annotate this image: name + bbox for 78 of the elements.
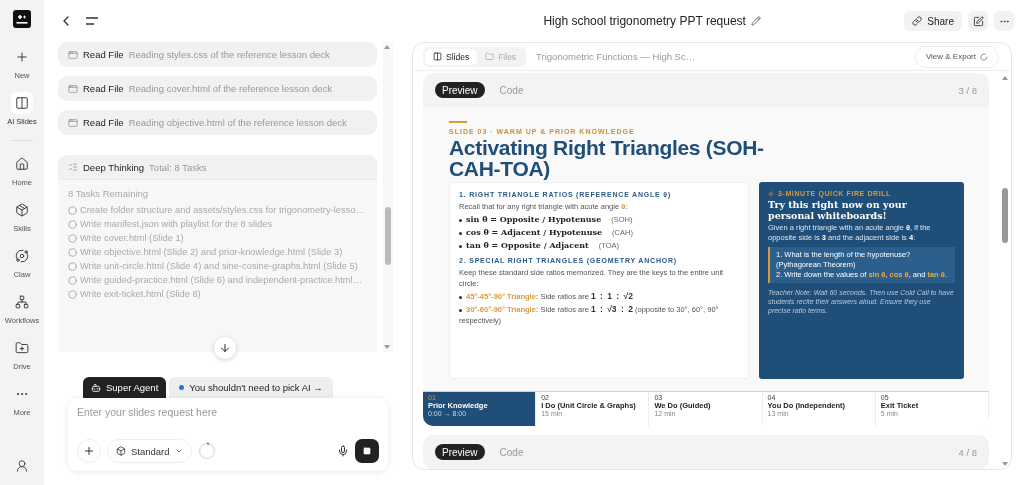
loading-icon	[980, 52, 988, 61]
menu-icon[interactable]	[86, 17, 98, 25]
microphone-icon[interactable]	[337, 445, 349, 457]
lightning-icon	[768, 190, 774, 197]
view-tab[interactable]: Preview	[435, 444, 485, 460]
hint-tab[interactable]: You shouldn't need to pick AI →	[169, 377, 333, 398]
slides-icon	[15, 96, 29, 110]
cube-icon	[116, 446, 126, 456]
task-item: Create folder structure and assets/styles.css for trigonometry-lesso…	[80, 205, 365, 215]
stop-icon	[363, 447, 371, 455]
share-button[interactable]: Share	[904, 11, 962, 31]
robot-icon	[91, 382, 101, 393]
link-icon	[912, 16, 923, 26]
file-icon	[68, 49, 78, 60]
drill-heading: Try this right now on your personal whiteboards!	[768, 199, 908, 221]
accent-line	[449, 121, 467, 123]
more-button[interactable]	[994, 11, 1014, 31]
checklist-icon	[68, 162, 78, 172]
scroll-down-icon[interactable]	[383, 344, 391, 350]
package-icon	[15, 203, 29, 217]
prompt-field[interactable]: Enter your slides request here Standard	[68, 398, 388, 471]
formula: cos θ = Adjacent / Hypotenuse	[466, 227, 603, 237]
loading-icon	[197, 442, 216, 460]
orbit-icon	[15, 249, 29, 263]
step-action: Read File	[83, 49, 124, 60]
task-item: Write objective.html (Slide 2) and prior-knowledge.html (Slide 3)	[80, 247, 343, 257]
slides-icon	[433, 52, 442, 61]
task-item: Write manifest.json with playlist for the 8 slides	[80, 219, 273, 229]
view-tab[interactable]: Preview	[435, 82, 485, 98]
user-icon[interactable]	[15, 459, 29, 473]
mode-dropdown[interactable]: Standard	[107, 439, 192, 463]
step-action: Read File	[83, 117, 124, 128]
panel-title: Deep Thinking	[83, 161, 145, 173]
deck-title: Trigonometric Functions — High Sc…	[536, 51, 696, 62]
step-detail: Reading styles.css of the reference lesson deck	[128, 49, 330, 60]
bullet-dot	[459, 218, 462, 222]
slide-counter: 4 / 8	[958, 446, 977, 458]
folder-icon	[485, 52, 495, 61]
file-icon	[68, 117, 78, 128]
scroll-up-icon[interactable]	[383, 44, 391, 50]
chat-title: High school trigonometry PPT request	[543, 14, 746, 28]
plus-icon	[15, 50, 29, 64]
task-item: Write unit-circle.html (Slide 4) and sine-cosine-graphs.html (Slide 5)	[80, 261, 358, 271]
agent-tab[interactable]: Super Agent	[83, 377, 167, 398]
tasks-remaining: 8 Tasks Remaining	[68, 188, 150, 199]
add-button[interactable]	[77, 439, 101, 463]
stop-button[interactable]	[355, 439, 379, 463]
scroll-down-button[interactable]	[214, 337, 236, 359]
export-button[interactable]: View & Export	[914, 45, 999, 68]
bullet-dot	[459, 244, 462, 248]
scroll-up-icon[interactable]	[1001, 75, 1009, 81]
task-item: Write exit-ticket.html (Slide 8)	[80, 289, 201, 299]
logo-icon[interactable]	[13, 10, 31, 28]
scroll-down-icon[interactable]	[1001, 461, 1009, 467]
scrollbar-thumb[interactable]	[1002, 188, 1008, 243]
edit-button[interactable]	[968, 11, 988, 31]
plus-icon	[83, 445, 95, 457]
scrollbar-thumb[interactable]	[385, 207, 391, 265]
arrow-down-icon	[219, 342, 231, 354]
chevron-down-icon	[174, 447, 183, 455]
edit-icon[interactable]	[750, 16, 761, 26]
formula: sin θ = Opposite / Hypotenuse	[466, 214, 602, 224]
step-detail: Reading cover.html of the reference lesson deck	[128, 83, 332, 94]
panel-tab[interactable]: Slides	[425, 48, 478, 65]
step-detail: Reading objective.html of the reference lesson deck	[128, 117, 347, 128]
task-item: Write guided-practice.html (Slide 6) and independent-practice.html…	[80, 275, 362, 285]
home-icon	[15, 157, 29, 171]
folder-plus-icon	[15, 341, 29, 355]
file-icon	[68, 83, 78, 94]
slide-counter: 3 / 8	[958, 84, 977, 96]
bullet-dot	[459, 231, 462, 235]
network-icon	[15, 295, 29, 309]
task-total: Total: 8 Tasks	[149, 161, 207, 173]
task-item: Write cover.html (Slide 1)	[80, 233, 184, 243]
step-action: Read File	[83, 83, 124, 94]
formula: tan θ = Opposite / Adjacent	[466, 240, 589, 250]
pen-square-icon	[972, 15, 984, 27]
slide-title: Activating Right Triangles (SOH-CAH-TOA)	[449, 137, 765, 179]
